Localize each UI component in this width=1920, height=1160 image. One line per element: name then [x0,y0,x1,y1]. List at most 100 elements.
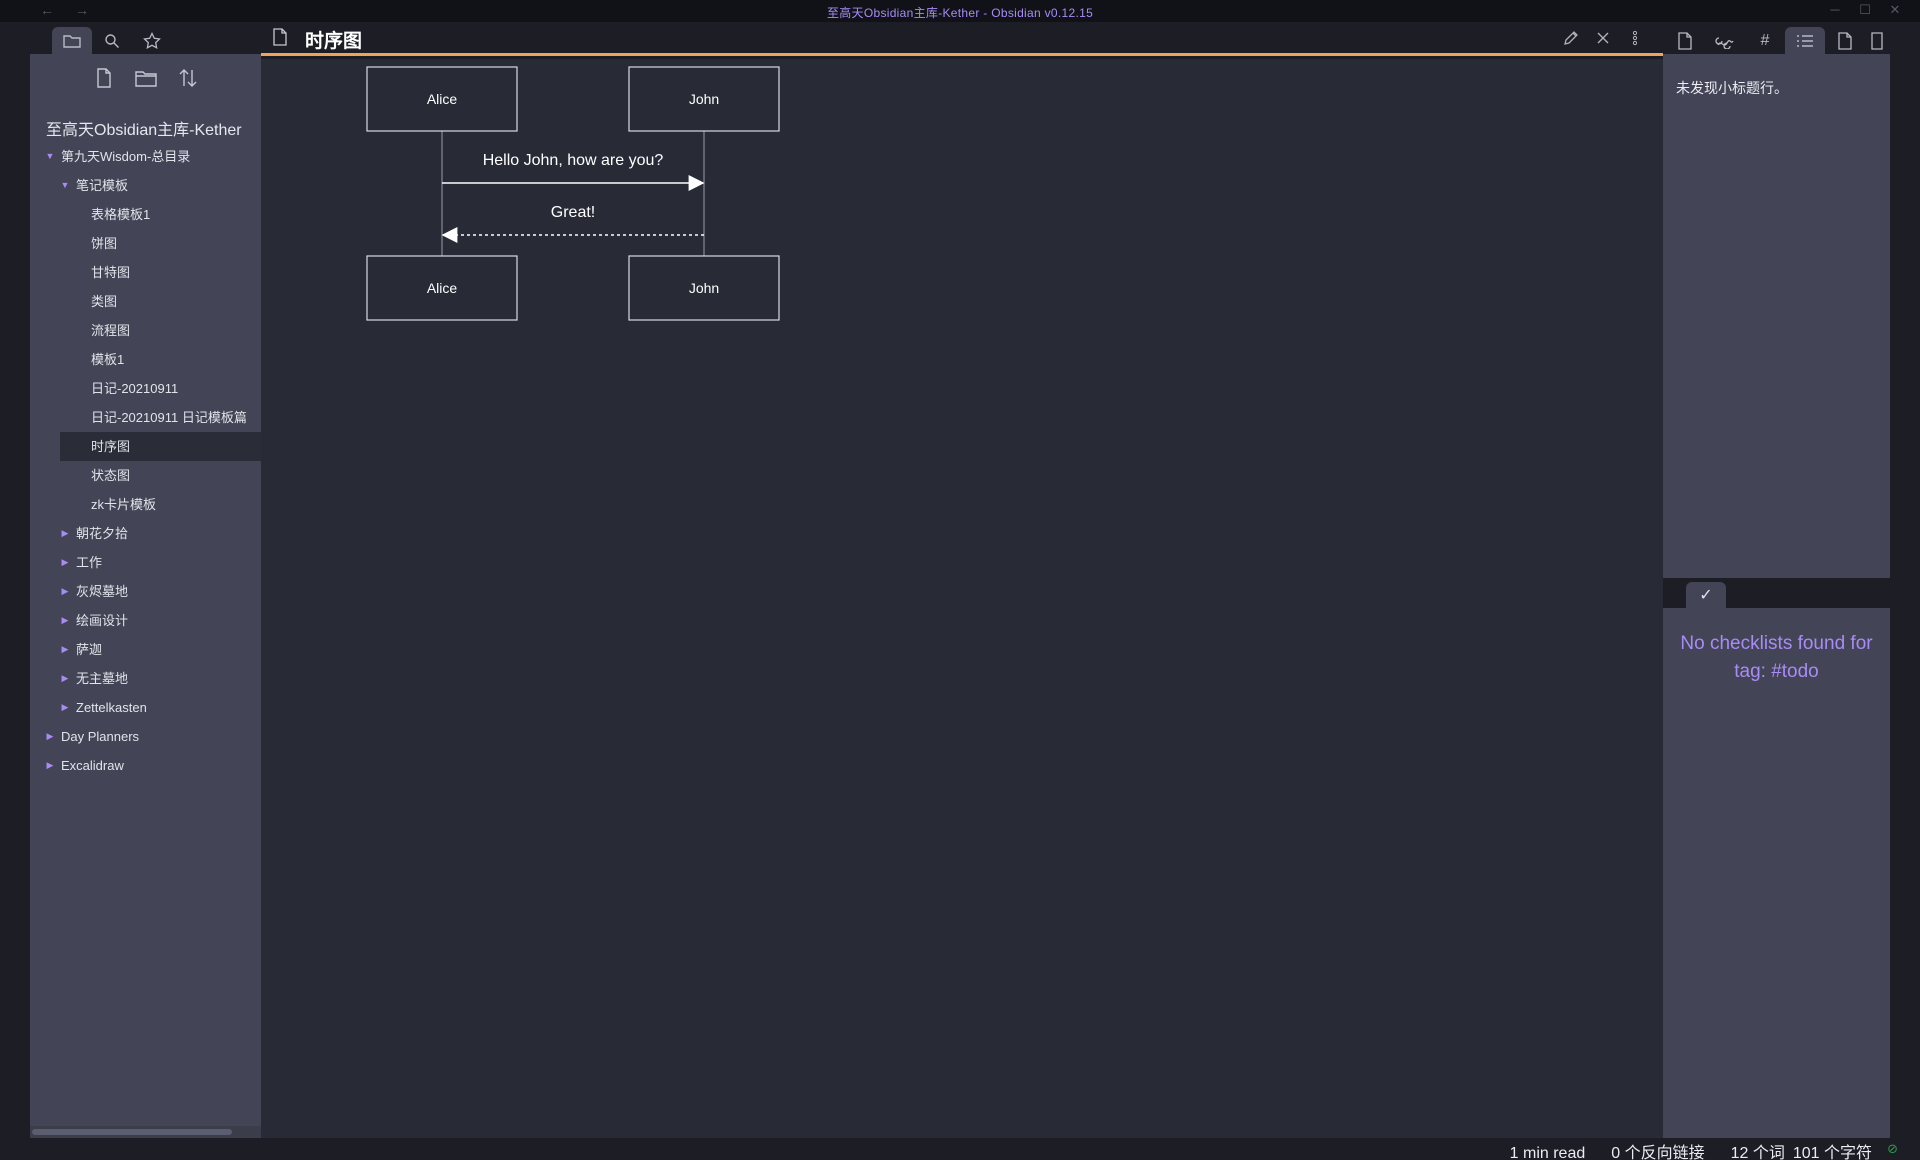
note-title[interactable]: 时序图 [305,26,362,53]
sync-status-icon[interactable]: ⊘ [1887,1141,1898,1157]
checkmark-icon: ✓ [1699,587,1713,604]
tree-folder[interactable]: ▼ 第九天Wisdom-总目录 [30,142,261,171]
tree-item-label: 朝花夕拾 [76,526,129,541]
checklist-pane: No checklists found for tag: #todo [1663,608,1890,1138]
title-bar: ← → 至高天Obsidian主库-Kether - Obsidian v0.1… [0,0,1920,22]
more-options-icon [1632,30,1638,46]
close-icon [1597,32,1609,44]
tab-starred[interactable] [132,27,172,54]
checklist-empty-message: No checklists found for tag: #todo [1680,633,1873,682]
expand-arrow-icon[interactable]: ▶ [59,693,71,722]
tab-search[interactable] [92,27,132,54]
expand-arrow-icon[interactable]: ▶ [59,635,71,664]
tree-item-label: Excalidraw [61,758,124,773]
bookmark-icon [1871,31,1883,50]
tree-folder[interactable]: ▶ 灰烬墓地 [30,577,261,606]
link-icon [1715,36,1734,49]
maximize-button[interactable]: ☐ [1850,2,1880,18]
tree-item-label: 灰烬墓地 [76,584,129,599]
window-title: 至高天Obsidian主库-Kether - Obsidian v0.12.15 [826,6,1094,20]
scrollbar-thumb[interactable] [32,1129,232,1135]
folder-icon [63,34,81,48]
tree-folder[interactable]: ▶ 萨迦 [30,635,261,664]
read-time: 1 min read [1509,1145,1586,1160]
new-note-button[interactable] [92,66,116,90]
close-button[interactable] [1593,28,1613,48]
tree-file[interactable]: 甘特图 [30,258,261,287]
participant-label-alice: Alice [427,280,458,296]
tree-file[interactable]: 时序图 [60,432,261,461]
window-close-button[interactable]: ✕ [1880,2,1910,18]
tree-folder[interactable]: ▶ 朝花夕拾 [30,519,261,548]
expand-arrow-icon[interactable]: ▶ [44,751,56,780]
collapse-arrow-icon[interactable]: ▼ [59,171,71,200]
tag-icon: # [1760,31,1770,49]
tree-folder[interactable]: ▶ Excalidraw [30,751,261,780]
left-sidebar: 至高天Obsidian主库-Kether ▼ 第九天Wisdom-总目录 ▼ 笔记模板… [30,54,261,1138]
tree-item-label: 第九天Wisdom-总目录 [61,149,191,164]
tree-item-label: 模板1 [91,352,125,367]
tree-file[interactable]: 饼图 [30,229,261,258]
tree-file[interactable]: 类图 [30,287,261,316]
tree-folder[interactable]: ▶ 无主墓地 [30,664,261,693]
expand-arrow-icon[interactable]: ▶ [59,519,71,548]
participant-label-john: John [689,91,719,107]
sidebar-horizontal-scrollbar[interactable] [30,1126,261,1138]
tree-folder[interactable]: ▼ 笔记模板 [30,171,261,200]
expand-arrow-icon[interactable]: ▶ [44,722,56,751]
tree-item-label: 萨迦 [76,642,103,657]
tab-checklist[interactable]: ✓ [1686,582,1726,608]
tree-item-label: 绘画设计 [76,613,129,628]
tree-file[interactable]: 日记-20210911 [30,374,261,403]
word-count: 12 个词 [1730,1145,1785,1160]
tree-file[interactable]: 状态图 [30,461,261,490]
status-items: 1 min read 0 个反向链接 12 个词 101 个字符 [1484,1139,1872,1160]
expand-arrow-icon[interactable]: ▶ [59,664,71,693]
message-label: Hello John, how are you? [483,152,664,169]
tree-item-label: Day Planners [61,729,140,744]
tree-item-label: 日记-20210911 [91,381,179,396]
collapse-arrow-icon[interactable]: ▼ [44,142,56,171]
file-icon [1678,31,1692,50]
outline-pane: 未发现小标题行。 [1663,54,1890,578]
message-label: Great! [551,204,595,221]
tree-folder[interactable]: ▶ Zettelkasten [30,693,261,722]
tab-page-preview[interactable] [1825,27,1865,54]
tree-folder[interactable]: ▶ 绘画设计 [30,606,261,635]
minimize-button[interactable]: ─ [1820,2,1850,17]
tree-item-label: 笔记模板 [76,178,129,193]
more-options-button[interactable] [1625,28,1645,48]
tree-item-label: 日记-20210911 日记模板篇 [91,410,247,425]
tab-links[interactable] [1705,27,1745,54]
tree-item-label: 表格模板1 [91,207,151,222]
tree-folder[interactable]: ▶ 工作 [30,548,261,577]
tab-outline[interactable] [1785,27,1825,54]
edit-button[interactable] [1561,28,1581,48]
tree-file[interactable]: 日记-20210911 日记模板篇 [30,403,261,432]
tree-item-label: 时序图 [91,439,131,454]
tree-item-label: zk卡片模板 [91,497,157,512]
tab-file-explorer[interactable] [52,27,92,54]
star-icon [143,31,161,49]
tree-item-label: 类图 [91,294,118,309]
tree-folder[interactable]: ▶ Day Planners [30,722,261,751]
tree-item-label: Zettelkasten [76,700,147,715]
new-folder-button[interactable] [134,66,158,90]
backlink-count[interactable]: 0 个反向链接 [1611,1145,1704,1160]
tab-tags[interactable]: # [1745,27,1785,54]
tree-file[interactable]: zk卡片模板 [30,490,261,519]
window-controls: ─ ☐ ✕ [1820,2,1910,18]
sort-button[interactable] [176,66,200,90]
tab-file-info[interactable] [1665,27,1705,54]
expand-arrow-icon[interactable]: ▶ [59,606,71,635]
tree-file[interactable]: 表格模板1 [30,200,261,229]
vault-name[interactable]: 至高天Obsidian主库-Kether [46,116,242,140]
expand-arrow-icon[interactable]: ▶ [59,577,71,606]
expand-arrow-icon[interactable]: ▶ [59,548,71,577]
tree-file[interactable]: 模板1 [30,345,261,374]
new-note-icon [96,68,111,88]
tree-file[interactable]: 流程图 [30,316,261,345]
file-icon [273,28,287,51]
editor-preview[interactable]: Alice John Alice John Hello John, how are yo… [261,59,1663,1143]
tab-bookmarks[interactable] [1865,27,1889,54]
